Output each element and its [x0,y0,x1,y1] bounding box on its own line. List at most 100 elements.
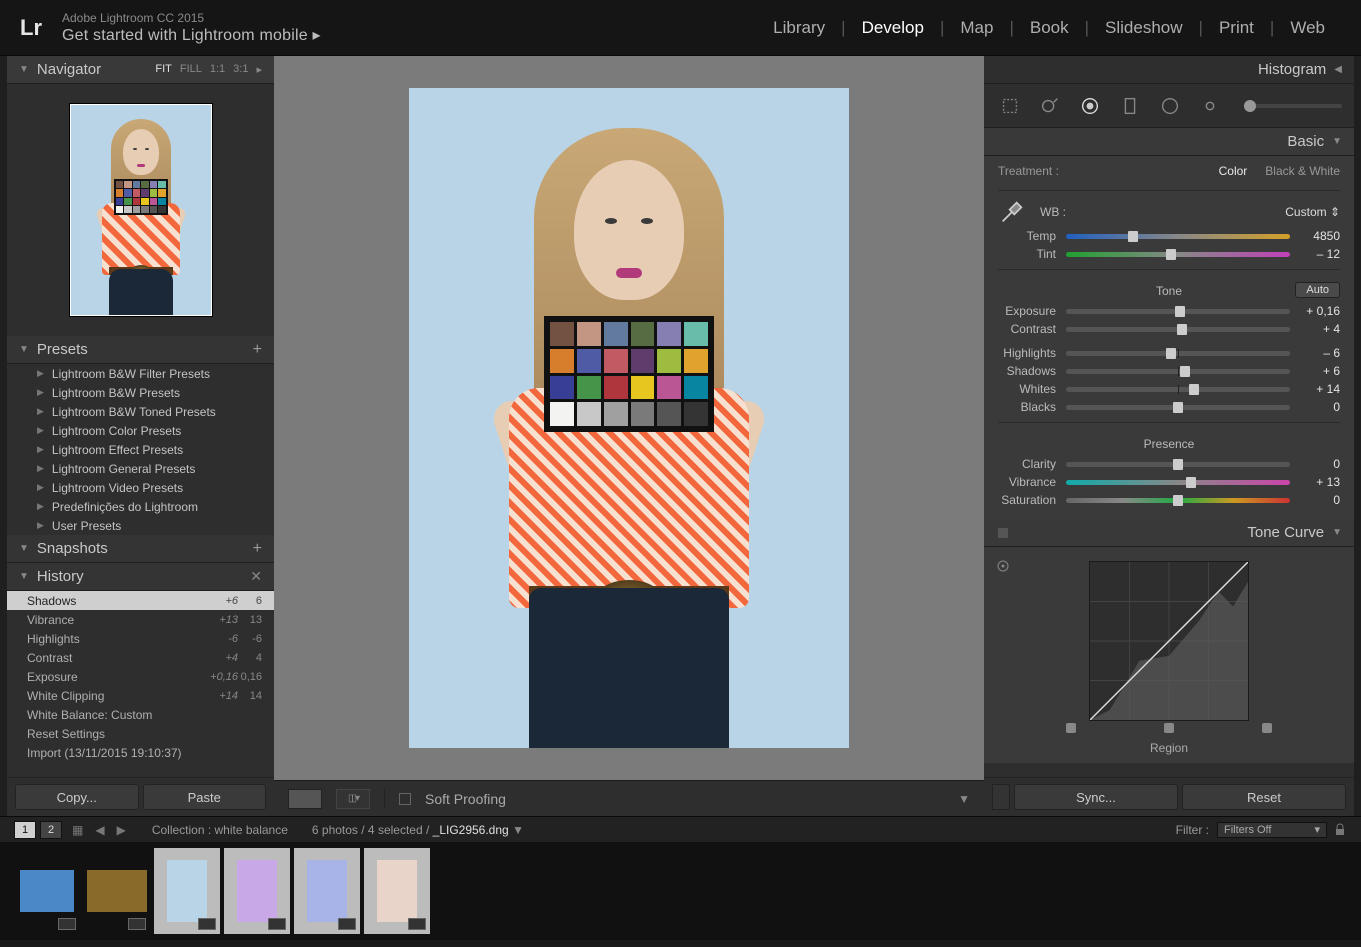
snapshots-header[interactable]: ▼ Snapshots + [7,535,274,563]
preset-folder[interactable]: ▶User Presets [7,516,274,535]
paste-button[interactable]: Paste [143,784,267,810]
slider-value[interactable]: + 0,16 [1300,304,1340,318]
radial-filter-icon[interactable] [1156,92,1184,120]
history-step[interactable]: White Balance: Custom [7,705,274,724]
module-map[interactable]: Map [944,18,1009,38]
main-preview-image[interactable] [409,88,849,748]
history-header[interactable]: ▼ History ✕ [7,563,274,591]
slider-track[interactable] [1066,405,1290,410]
filmstrip-thumb[interactable] [154,848,220,934]
preset-folder[interactable]: ▶Predefinições do Lightroom [7,497,274,516]
module-slideshow[interactable]: Slideshow [1089,18,1199,38]
toolbar-expand-icon[interactable]: ▼ [958,792,970,806]
tonecurve-graph[interactable] [1089,561,1249,721]
filmstrip[interactable] [0,842,1361,940]
basic-header[interactable]: Basic ▼ [984,128,1354,156]
filmstrip-thumb[interactable] [364,848,430,934]
history-step[interactable]: Exposure+0,160,16 [7,667,274,686]
slider-track[interactable] [1066,498,1290,503]
secondary-display-2[interactable]: 2 [40,821,62,839]
tool-size-slider[interactable] [1244,104,1342,108]
slider-track[interactable] [1066,462,1290,467]
panel-switch-icon[interactable] [998,528,1008,538]
module-library[interactable]: Library [757,18,841,38]
preset-folder[interactable]: ▶Lightroom B&W Filter Presets [7,364,274,383]
history-step[interactable]: Contrast+44 [7,648,274,667]
preset-folder[interactable]: ▶Lightroom Effect Presets [7,440,274,459]
history-step[interactable]: Import (13/11/2015 19:10:37) [7,743,274,762]
soft-proofing-checkbox[interactable] [399,793,411,805]
history-step[interactable]: Vibrance+1313 [7,610,274,629]
graduated-filter-icon[interactable] [1116,92,1144,120]
history-step[interactable]: Reset Settings [7,724,274,743]
panel-switch-icon[interactable] [992,784,1010,810]
history-step[interactable]: Shadows+66 [7,591,274,610]
slider-value[interactable]: + 4 [1300,322,1340,336]
treatment-color[interactable]: Color [1219,164,1248,178]
filmstrip-thumb[interactable] [294,848,360,934]
module-develop[interactable]: Develop [846,18,940,38]
app-line2[interactable]: Get started with Lightroom mobile ▸ [62,25,321,45]
presets-header[interactable]: ▼ Presets + [7,336,274,364]
history-step[interactable]: Highlights-6-6 [7,629,274,648]
navigator-header[interactable]: ▼ Navigator FIT FILL 1:1 3:1 ▸ [7,56,274,84]
filmstrip-thumb[interactable] [84,848,150,934]
slider-track[interactable] [1066,252,1290,257]
preset-folder[interactable]: ▶Lightroom Video Presets [7,478,274,497]
copy-button[interactable]: Copy... [15,784,139,810]
slider-value[interactable]: + 6 [1300,364,1340,378]
slider-track[interactable] [1066,480,1290,485]
sync-button[interactable]: Sync... [1014,784,1178,810]
slider-value[interactable]: – 6 [1300,346,1340,360]
left-rail[interactable] [0,56,7,816]
target-adjustment-icon[interactable] [996,559,1010,573]
collection-path[interactable]: Collection : white balance [152,823,288,837]
navigator-thumbnail[interactable] [7,84,274,336]
slider-value[interactable]: 0 [1300,457,1340,471]
history-step[interactable]: White Clipping+1414 [7,686,274,705]
add-snapshot-icon[interactable]: + [253,540,262,558]
preset-folder[interactable]: ▶Lightroom Color Presets [7,421,274,440]
zoom-fill[interactable]: FILL [180,63,202,76]
slider-track[interactable] [1066,309,1290,314]
slider-value[interactable]: 0 [1300,400,1340,414]
current-filename[interactable]: _LIG2956.dng [433,823,509,837]
module-web[interactable]: Web [1274,18,1341,38]
crop-tool-icon[interactable] [996,92,1024,120]
secondary-display-1[interactable]: 1 [14,821,36,839]
wb-dropdown[interactable]: Custom ⇕ [1285,205,1340,219]
grid-view-icon[interactable]: ▦ [72,823,83,837]
auto-tone-button[interactable]: Auto [1295,282,1340,298]
add-preset-icon[interactable]: + [253,341,262,359]
slider-value[interactable]: + 14 [1300,382,1340,396]
preset-folder[interactable]: ▶Lightroom B&W Toned Presets [7,402,274,421]
filmstrip-thumb[interactable] [14,848,80,934]
slider-track[interactable] [1066,369,1290,374]
module-book[interactable]: Book [1014,18,1085,38]
prev-photo-icon[interactable]: ◀ [95,823,104,837]
module-print[interactable]: Print [1203,18,1270,38]
adjustment-brush-icon[interactable] [1196,92,1224,120]
eyedropper-icon[interactable] [998,198,1026,226]
preset-folder[interactable]: ▶Lightroom B&W Presets [7,383,274,402]
filter-dropdown[interactable]: Filters Off▾ [1217,822,1327,838]
treatment-bw[interactable]: Black & White [1265,164,1340,178]
zoom-fit[interactable]: FIT [155,63,172,76]
preset-folder[interactable]: ▶Lightroom General Presets [7,459,274,478]
slider-track[interactable] [1066,327,1290,332]
slider-value[interactable]: 4850 [1300,229,1340,243]
slider-track[interactable] [1066,234,1290,239]
before-after-button[interactable]: ▯▯▾ [336,789,370,809]
next-photo-icon[interactable]: ▶ [117,823,126,837]
filmstrip-thumb[interactable] [224,848,290,934]
zoom-stepper-icon[interactable]: ▸ [256,63,262,76]
clear-history-icon[interactable]: ✕ [250,568,262,585]
slider-value[interactable]: – 12 [1300,247,1340,261]
tonecurve-split-handles[interactable] [998,723,1340,733]
zoom-3to1[interactable]: 3:1 [233,63,248,76]
reset-button[interactable]: Reset [1182,784,1346,810]
filter-lock-icon[interactable] [1333,823,1347,837]
loupe-view-button[interactable] [288,789,322,809]
histogram-header[interactable]: Histogram ◀ [984,56,1354,84]
slider-value[interactable]: 0 [1300,493,1340,507]
